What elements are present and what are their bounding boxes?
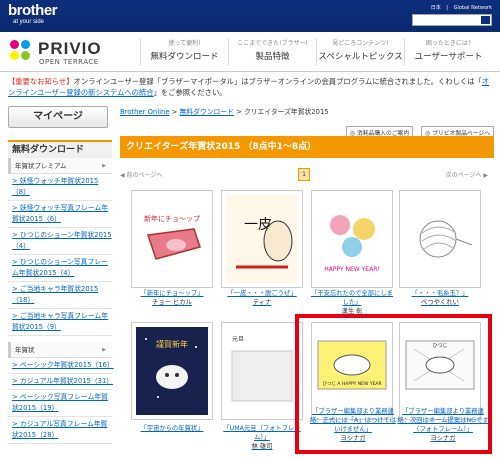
- important-notice: 【重要なお知らせ】オンラインユーザー登録「ブラザーマイポータル」はブラザーオンラ…: [8, 76, 494, 98]
- privio-logo[interactable]: PRIVIO OPEN TERRACE: [10, 36, 120, 68]
- nav-special-topics[interactable]: 見どころコンテンツ! スペシャルトピックス: [316, 38, 404, 66]
- sidebar-link[interactable]: > ベーシック年賀状2015（16）: [8, 358, 114, 374]
- card-thumbnail[interactable]: HAPPY NEW YEAR!: [311, 190, 393, 288]
- card-thumbnail[interactable]: 元旦: [221, 322, 303, 420]
- card-caption[interactable]: 「UMA元旦（フォトフレーム）」 林 雄司: [218, 424, 306, 451]
- card-art: 謹賀新年: [136, 327, 208, 415]
- sidebar-link[interactable]: > 妖怪ウォッチ写真フレーム年賀状2015（6）: [8, 201, 112, 228]
- card-title[interactable]: 「干支忘れたので全部にしました」: [311, 290, 393, 306]
- card-title[interactable]: 「UMA元旦（フォトフレーム）」: [223, 425, 300, 441]
- card-art: [404, 195, 476, 283]
- card-thumbnail[interactable]: [399, 190, 481, 288]
- card-art: 新年にチョ〜ップ: [136, 195, 208, 283]
- card-author: ティナ: [252, 299, 272, 306]
- nav-features[interactable]: ここまでできた!ブラザー! 製品特徴: [228, 38, 316, 66]
- sidebar-category-nengajo[interactable]: 年賀状: [8, 342, 112, 358]
- nav-free-download[interactable]: 使って便利! 無料ダウンロード: [140, 38, 228, 66]
- card-caption[interactable]: 「干支忘れたので全部にしました」 漢生 彰: [308, 289, 396, 316]
- notice-label: 【重要なお知らせ】: [8, 77, 74, 86]
- main-nav: PRIVIO OPEN TERRACE 使って便利! 無料ダウンロード ここまで…: [0, 32, 500, 72]
- card-caption[interactable]: 「宇宙からの年賀状」: [128, 424, 216, 433]
- nav-item-caption: ここまでできた!ブラザー!: [237, 40, 308, 47]
- nav-item-caption: 困ったときには?: [425, 40, 472, 47]
- card-art-text: 元旦: [232, 336, 244, 343]
- privio-subtitle: OPEN TERRACE: [39, 58, 99, 66]
- sidebar-section-title: 無料ダウンロード: [8, 140, 112, 158]
- nav-item-label: スペシャルトピックス: [318, 52, 403, 62]
- sidebar-link[interactable]: > 妖怪ウォッチ年賀状2015（8）: [8, 174, 112, 201]
- card-title[interactable]: 「一皮・・・脱ごうぜ」: [227, 290, 296, 297]
- notice-text: オンラインユーザー登録「ブラザーマイポータル」はブラザーオンラインの会員プログラ…: [73, 77, 482, 86]
- notice-tail: 」をご参照ください。: [153, 88, 227, 97]
- lang-link-japan[interactable]: 日本: [431, 5, 441, 11]
- nav-item-caption: 見どころコンテンツ!: [332, 40, 389, 47]
- breadcrumb-download[interactable]: 無料ダウンロード: [180, 108, 234, 116]
- card-title[interactable]: 「新年にチョ〜ップ」: [141, 290, 204, 297]
- search-icon[interactable]: [481, 16, 490, 24]
- sidebar: マイページ 無料ダウンロード 年賀状プレミアム > 妖怪ウォッチ年賀状2015（…: [8, 106, 114, 444]
- current-page[interactable]: 1: [298, 168, 310, 181]
- highlight-box: [295, 314, 492, 454]
- card-author: 林 雄司: [251, 443, 273, 450]
- mypage-button[interactable]: マイページ: [8, 106, 108, 128]
- card-title[interactable]: 「・・・毛糸玉？」: [412, 290, 469, 297]
- privio-name: PRIVIO: [38, 39, 102, 58]
- next-page-link[interactable]: 次のページへ ▶: [446, 170, 488, 179]
- card-author: チョー ヒカル: [152, 299, 192, 306]
- card-caption[interactable]: 「一皮・・・脱ごうぜ」 ティナ: [218, 289, 306, 307]
- sidebar-link[interactable]: > ご当地キャラ写真フレーム年賀状2015（9）: [8, 309, 112, 336]
- breadcrumb-current: クリエイターズ年賀状2015: [243, 108, 329, 116]
- sidebar-link[interactable]: > カジュアル年賀状2015（31）: [8, 374, 113, 390]
- breadcrumb: Brother Online > 無料ダウンロード > クリエイターズ年賀状20…: [120, 108, 329, 116]
- sidebar-link[interactable]: > ひつじのショーン写真フレーム年賀状2015（4）: [8, 255, 112, 282]
- card-thumbnail[interactable]: 新年にチョ〜ップ: [131, 190, 213, 288]
- search-input[interactable]: [412, 14, 492, 26]
- nav-item-label: ユーザーサポート: [414, 52, 483, 62]
- card-art: 一皮: [226, 195, 298, 283]
- page-title: クリエイターズ年賀状2015 （8点中1〜8点）: [120, 136, 494, 158]
- sidebar-link[interactable]: > ひつじのショーン年賀状2015（4）: [8, 228, 112, 255]
- card-thumbnail[interactable]: 一皮: [221, 190, 303, 288]
- nav-item-label: 製品特徴: [255, 52, 290, 62]
- card-caption[interactable]: 「新年にチョ〜ップ」 チョー ヒカル: [128, 289, 216, 307]
- nav-user-support[interactable]: 困ったときには? ユーザーサポート: [404, 38, 492, 66]
- card-art: 元旦: [226, 327, 298, 415]
- pagination: ◀ 前のページへ 1 次のページへ ▶: [120, 168, 494, 182]
- top-bar: brother at your side 日本 | Global Network: [0, 0, 500, 32]
- breadcrumb-home[interactable]: Brother Online: [120, 108, 170, 116]
- sidebar-link[interactable]: > カジュアル写真フレーム年賀状2015（28）: [8, 417, 112, 444]
- lang-link-global[interactable]: Global Network: [454, 5, 492, 11]
- card-title[interactable]: 「宇宙からの年賀状」: [141, 425, 204, 432]
- brother-tagline: at your side: [13, 19, 45, 25]
- card-art-text: HAPPY NEW YEAR!: [324, 266, 380, 273]
- card-art: HAPPY NEW YEAR!: [316, 195, 388, 283]
- sidebar-link[interactable]: > ご当地キャラ年賀状2015（18）: [8, 282, 112, 309]
- sidebar-category-premium[interactable]: 年賀状プレミアム: [8, 158, 112, 174]
- privio-dots-icon: [10, 40, 34, 64]
- card-art-text: 新年にチョ〜ップ: [144, 214, 200, 223]
- card-caption[interactable]: 「・・・毛糸玉？」 べつやくれい: [396, 289, 484, 307]
- brother-logo[interactable]: brother: [8, 3, 58, 18]
- main-content: Brother Online > 無料ダウンロード > クリエイターズ年賀状20…: [120, 106, 494, 181]
- card-art-text: 謹賀新年: [156, 339, 188, 349]
- card-author: べつやくれい: [421, 299, 459, 306]
- nav-item-caption: 使って便利!: [168, 40, 201, 47]
- nav-item-label: 無料ダウンロード: [150, 52, 219, 62]
- prev-page-link[interactable]: ◀ 前のページへ: [120, 170, 162, 179]
- card-thumbnail[interactable]: 謹賀新年: [131, 322, 213, 420]
- top-links: 日本 | Global Network: [430, 5, 492, 11]
- sidebar-link[interactable]: > ベーシック写真フレーム年賀状2015（19）: [8, 390, 112, 417]
